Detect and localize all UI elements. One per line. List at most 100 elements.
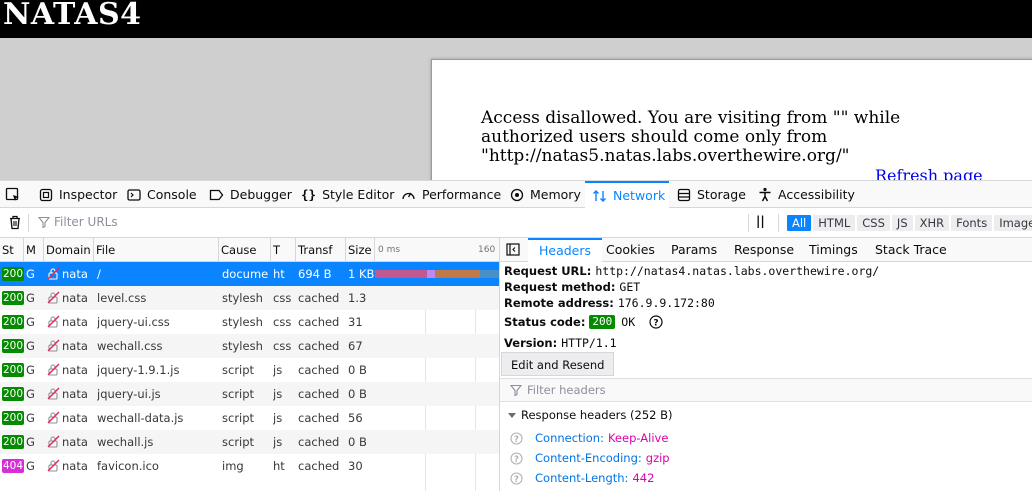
tab-response[interactable]: Response — [734, 238, 794, 262]
domain-cell: nata — [62, 411, 88, 425]
tab-memory[interactable]: Memory — [510, 181, 581, 208]
type-cell: js — [273, 411, 283, 425]
tab-params[interactable]: Params — [671, 238, 717, 262]
request-row[interactable]: 200 Gnata level.css stylesh css cached 1.3 — [0, 286, 499, 310]
insecure-lock-icon — [47, 339, 60, 352]
performance-icon — [402, 192, 415, 199]
filter-css-button[interactable]: CSS — [857, 215, 890, 231]
cause-cell: stylesh — [222, 291, 263, 305]
request-row[interactable]: 200 Gnata / docume ht 694 B 1 KB — [0, 262, 499, 286]
network-icon — [593, 189, 606, 202]
help-icon[interactable]: ? — [510, 431, 523, 445]
file-cell: level.css — [97, 291, 147, 305]
pause-icon[interactable]: || — [756, 214, 765, 228]
request-details-panel: Headers Cookies Params Response Timings … — [500, 238, 1032, 491]
column-cause[interactable]: Cause — [219, 238, 271, 262]
request-row[interactable]: 200 Gnata jquery-ui.css stylesh css cached 31 — [0, 310, 499, 334]
tab-style-editor[interactable]: {} Style Editor — [301, 181, 394, 208]
column-size[interactable]: Size — [346, 238, 375, 262]
domain-cell: nata — [62, 291, 88, 305]
toggle-sidebar-icon[interactable] — [506, 243, 520, 259]
help-icon[interactable]: ? — [510, 471, 523, 485]
filter-fonts-button[interactable]: Fonts — [951, 215, 993, 231]
help-icon[interactable]: ? — [510, 451, 523, 465]
insecure-lock-icon — [47, 291, 60, 304]
file-cell: favicon.ico — [97, 459, 159, 473]
request-method-row: Request method: GET — [504, 280, 641, 294]
column-waterfall[interactable]: 0 ms 160 — [375, 238, 499, 262]
status-badge: 200 — [2, 387, 24, 401]
filter-urls-input[interactable]: Filter URLs — [38, 215, 118, 229]
header-value: 442 — [632, 471, 655, 485]
tab-network[interactable]: Network — [585, 181, 669, 208]
help-icon[interactable]: ? — [649, 315, 663, 329]
tab-console[interactable]: Console — [127, 181, 197, 208]
transferred-cell: cached — [298, 411, 340, 425]
tab-storage[interactable]: Storage — [677, 181, 746, 208]
filter-xhr-button[interactable]: XHR — [914, 215, 950, 231]
status-badge: 200 — [2, 411, 24, 425]
request-list: St M Domain File Cause T Transf Size 0 m… — [0, 238, 500, 491]
debugger-icon — [209, 189, 224, 200]
tab-cookies[interactable]: Cookies — [606, 238, 655, 262]
response-headers-toggle[interactable]: Response headers (252 B) — [507, 408, 673, 422]
status-text: OK — [621, 315, 636, 329]
tab-performance[interactable]: Performance — [401, 181, 501, 208]
waterfall-bar-segment — [435, 270, 480, 278]
column-transferred[interactable]: Transf — [296, 238, 346, 262]
column-method[interactable]: M — [24, 238, 44, 262]
svg-text:?: ? — [514, 474, 519, 484]
status-badge: 200 — [589, 315, 616, 329]
method-cell: G — [26, 267, 35, 281]
toolbar-divider — [778, 214, 779, 232]
filter-headers-input[interactable]: Filter headers — [500, 378, 1032, 402]
web-page-viewport: NATAS4 Access disallowed. You are visiti… — [0, 0, 1032, 180]
column-status[interactable]: St — [0, 238, 24, 262]
edit-and-resend-button[interactable]: Edit and Resend — [501, 352, 615, 376]
version-value: HTTP/1.1 — [561, 336, 617, 350]
filter-images-button[interactable]: Images — [994, 215, 1032, 231]
clear-requests-icon[interactable] — [8, 215, 22, 233]
response-header-row: ? Content-Length: 442 — [510, 471, 654, 485]
insecure-lock-icon — [47, 387, 60, 400]
tab-timings[interactable]: Timings — [809, 238, 858, 262]
request-row[interactable]: 200 Gnata wechall.js script js cached 0 B — [0, 430, 499, 454]
tab-accessibility[interactable]: Accessibility — [758, 181, 855, 208]
domain-cell: nata — [62, 459, 88, 473]
column-type[interactable]: T — [271, 238, 296, 262]
tab-inspector[interactable]: Inspector — [39, 181, 117, 208]
request-row[interactable]: 200 Gnata jquery-1.9.1.js script js cached 0 B — [0, 358, 499, 382]
element-picker-icon[interactable] — [5, 181, 27, 208]
request-row[interactable]: 404 Gnata favicon.ico img ht cached 30 — [0, 454, 499, 478]
insecure-lock-icon — [47, 267, 60, 280]
status-badge: 200 — [2, 435, 24, 449]
size-cell: 0 B — [348, 387, 367, 401]
header-name: Connection: — [535, 431, 604, 445]
size-cell: 0 B — [348, 363, 367, 377]
request-row[interactable]: 200 Gnata wechall-data.js script js cached 56 — [0, 406, 499, 430]
tab-headers[interactable]: Headers — [528, 238, 603, 262]
request-row[interactable]: 200 Gnata jquery-ui.js script js cached 0 B — [0, 382, 499, 406]
status-badge: 200 — [2, 363, 24, 377]
waterfall-bar-segment — [480, 270, 499, 278]
refresh-page-link[interactable]: Refresh page — [875, 166, 983, 180]
cause-cell: stylesh — [222, 315, 263, 329]
column-domain[interactable]: Domain — [44, 238, 94, 262]
tab-stack-trace[interactable]: Stack Trace — [875, 238, 947, 262]
filter-html-button[interactable]: HTML — [813, 215, 856, 231]
domain-cell: nata — [62, 435, 88, 449]
file-cell: jquery-1.9.1.js — [97, 363, 180, 377]
type-cell: ht — [273, 459, 285, 473]
header-name: Content-Length: — [535, 471, 629, 485]
method-cell: G — [26, 291, 35, 305]
request-row[interactable]: 200 Gnata wechall.css stylesh css cached 67 — [0, 334, 499, 358]
filter-js-button[interactable]: JS — [891, 215, 913, 231]
method-cell: G — [26, 411, 35, 425]
column-file[interactable]: File — [94, 238, 219, 262]
size-cell: 1 KB — [348, 267, 374, 281]
filter-all-button[interactable]: All — [787, 215, 812, 231]
status-badge: 404 — [2, 459, 24, 473]
cause-cell: stylesh — [222, 339, 263, 353]
tab-debugger[interactable]: Debugger — [209, 181, 292, 208]
method-cell: G — [26, 435, 35, 449]
